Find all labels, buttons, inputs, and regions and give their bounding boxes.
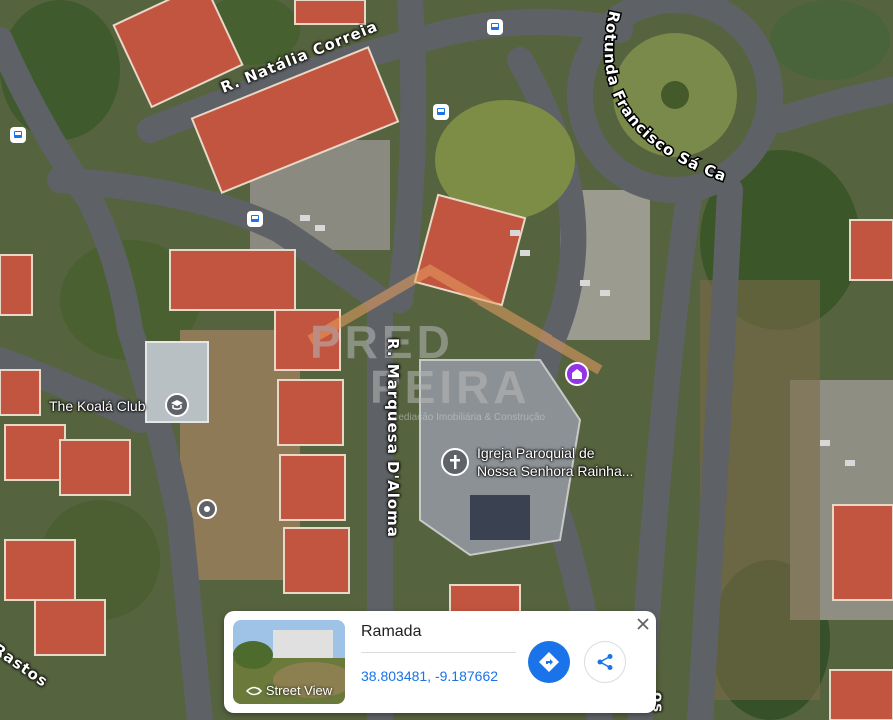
close-button[interactable]	[634, 615, 652, 633]
close-icon	[637, 618, 649, 630]
rotunda-label-path: Rotunda Francisco Sá Carneiro	[553, 0, 730, 187]
place-of-worship-icon[interactable]	[565, 362, 589, 386]
bus-stop-icon[interactable]	[433, 104, 449, 120]
school-icon[interactable]	[165, 393, 189, 417]
place-card[interactable]: Street View Ramada 38.803481, -9.187662	[224, 611, 656, 713]
directions-icon	[539, 652, 559, 672]
church-cross-icon[interactable]	[441, 448, 469, 476]
bus-stop-icon[interactable]	[247, 211, 263, 227]
bus-stop-icon[interactable]	[10, 127, 26, 143]
poi-label-koala[interactable]: The Koalá Club	[49, 398, 146, 414]
street-label-rotunda-curved: Rotunda Francisco Sá Carneiro	[553, 0, 730, 187]
card-divider	[361, 652, 516, 653]
location-pin-icon[interactable]	[197, 499, 217, 519]
place-title: Ramada	[361, 623, 422, 640]
share-icon	[597, 654, 613, 670]
street-view-icon	[245, 686, 262, 695]
svg-text:Rotunda Francisco Sá Carneiro: Rotunda Francisco Sá Carneiro	[554, 0, 729, 185]
poi-label-church-2[interactable]: Nossa Senhora Rainha...	[477, 463, 633, 479]
directions-button[interactable]	[528, 641, 570, 683]
poi-label-church-1[interactable]: Igreja Paroquial de	[477, 445, 595, 461]
street-view-text: Street View	[265, 683, 333, 698]
share-button[interactable]	[584, 641, 626, 683]
bus-stop-icon[interactable]	[487, 19, 503, 35]
street-label-marquesa: R. Marquesa D'Aloma	[384, 338, 402, 538]
street-view-thumbnail[interactable]: Street View	[233, 620, 345, 704]
street-view-label[interactable]: Street View	[233, 683, 345, 698]
coordinates-link[interactable]: 38.803481, -9.187662	[361, 668, 498, 684]
